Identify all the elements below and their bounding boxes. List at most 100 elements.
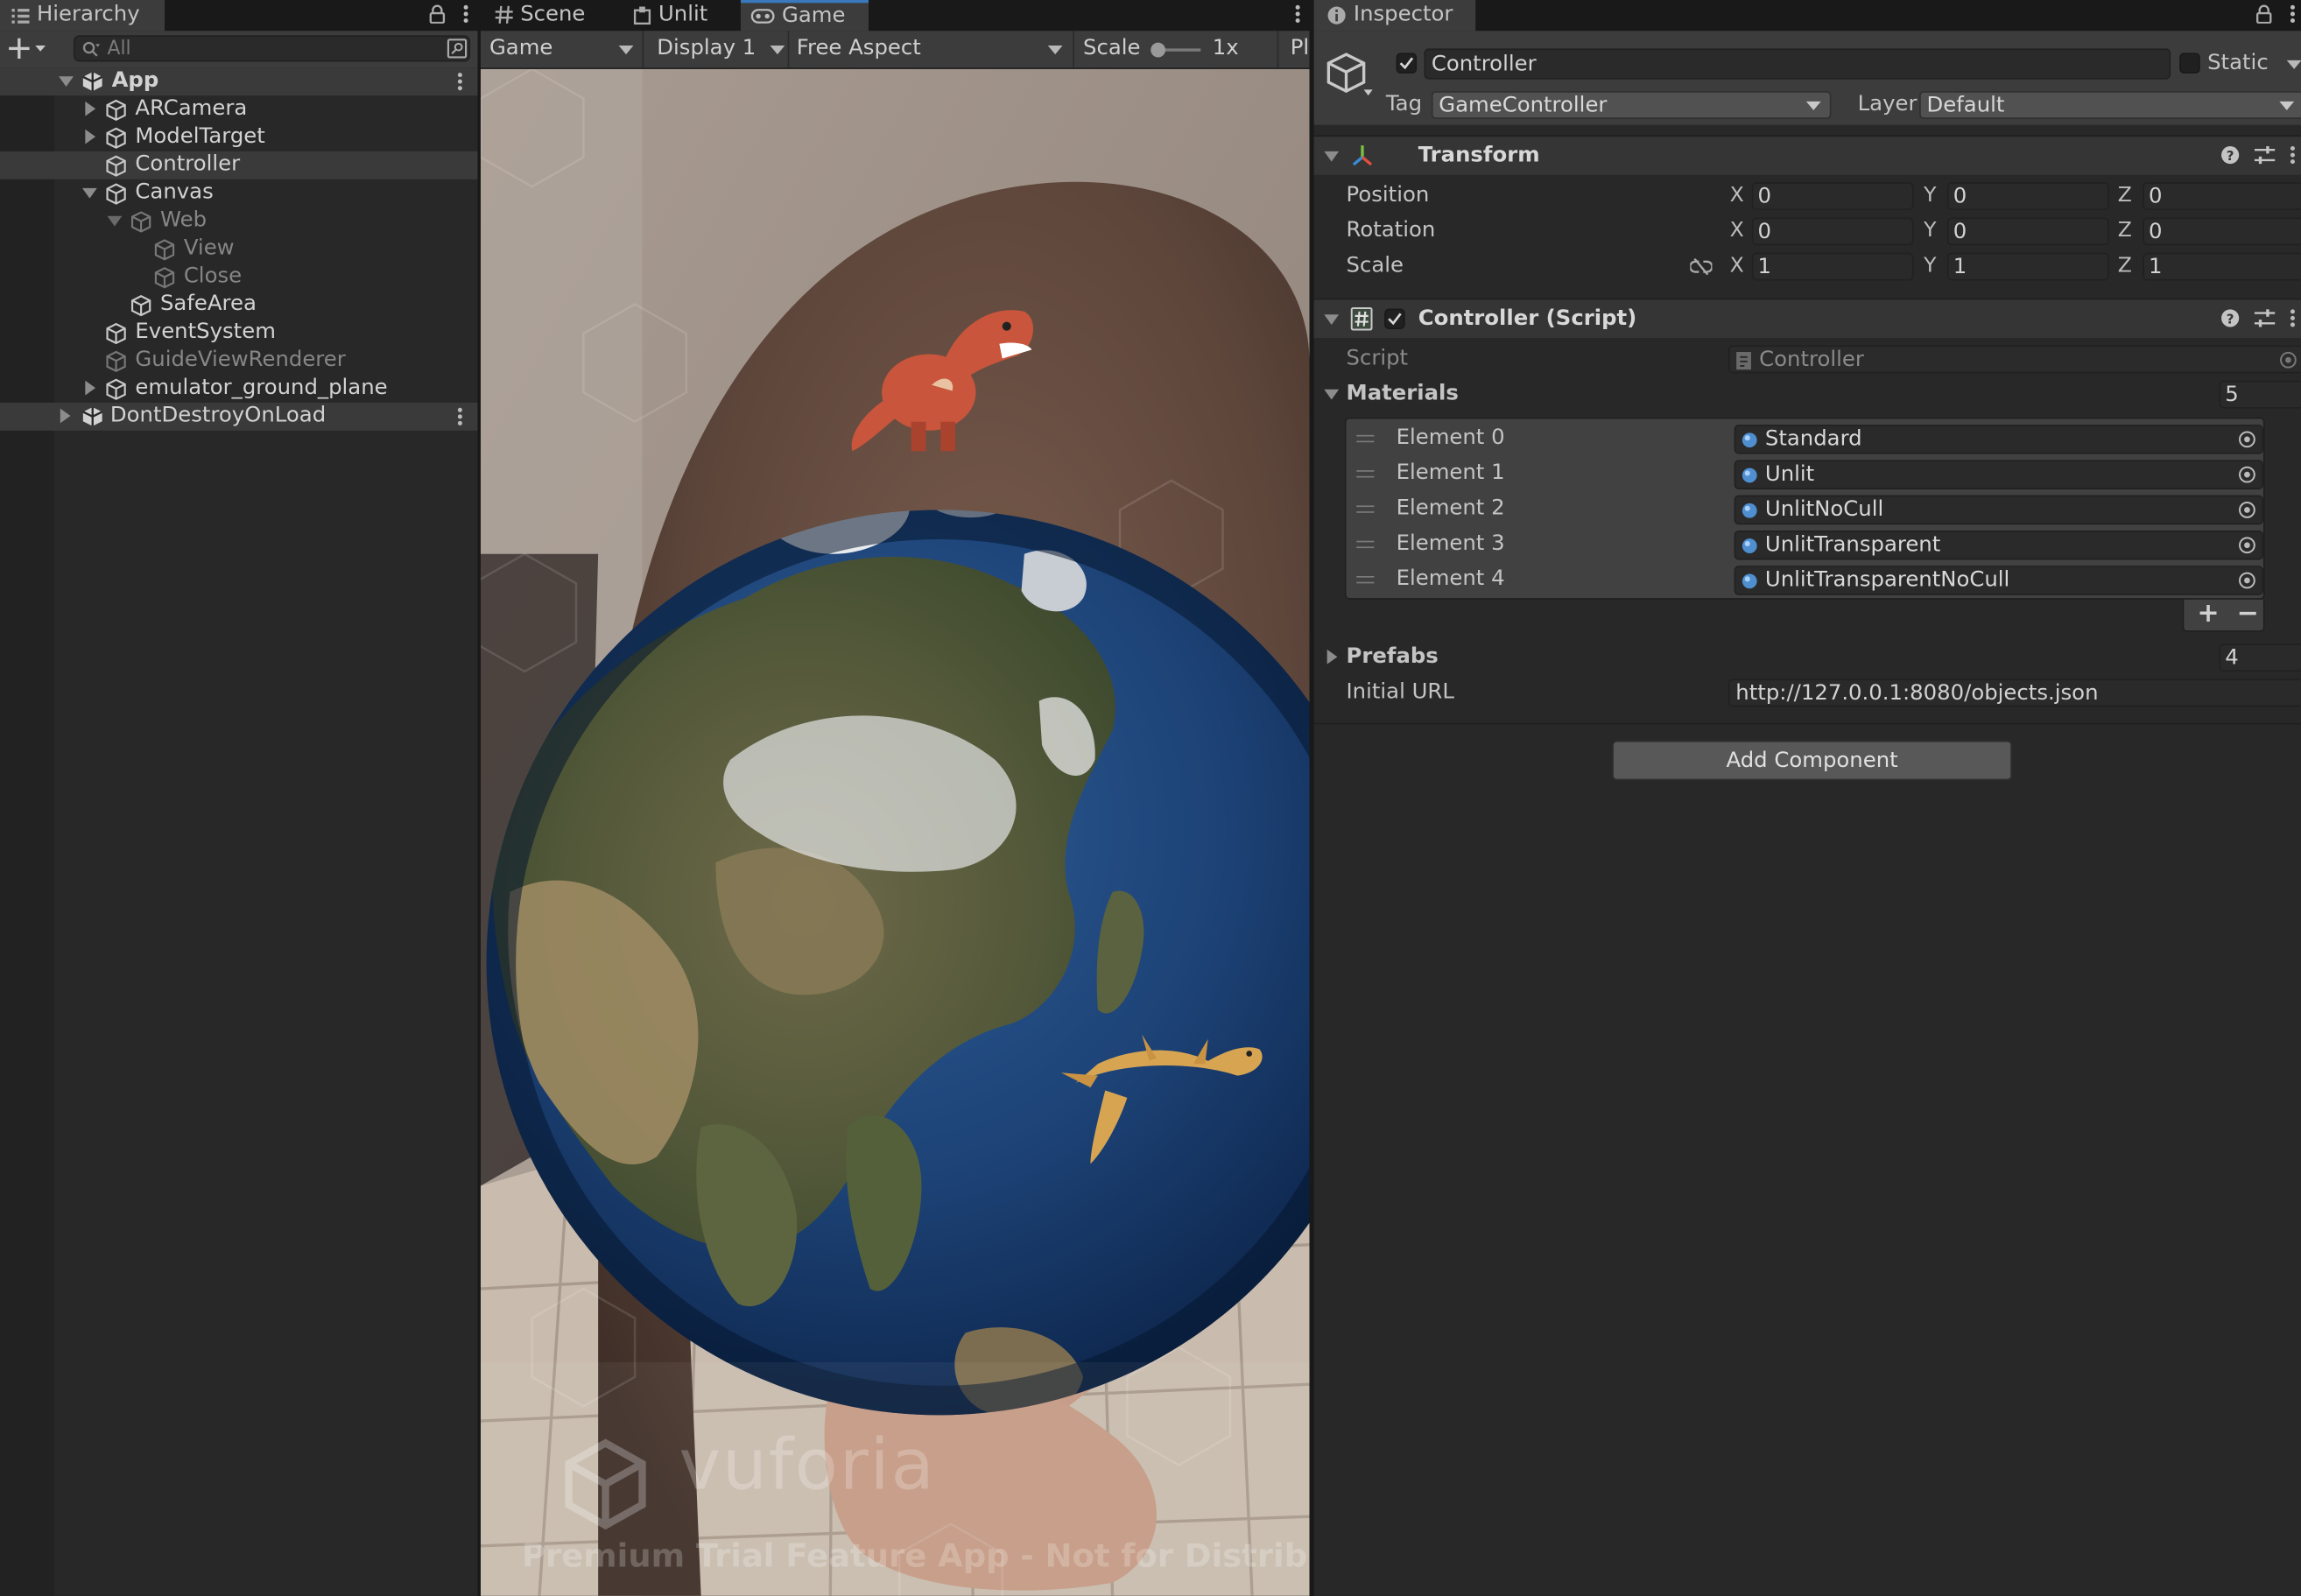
object-picker-icon[interactable] <box>2238 431 2255 448</box>
hierarchy-search-input[interactable]: All <box>73 35 471 62</box>
tree-item-controller[interactable]: Controller <box>0 151 478 179</box>
tree-item-close[interactable]: Close <box>0 263 478 291</box>
object-name-field[interactable]: Controller <box>1424 48 2171 80</box>
game-viewport[interactable]: vuforia Premium Trial Feature App - Not … <box>480 68 1310 1596</box>
tree-item-safearea[interactable]: SafeArea <box>0 291 478 319</box>
remove-element-button[interactable]: − <box>2237 599 2259 629</box>
kebab-menu-icon[interactable] <box>2290 308 2296 327</box>
tab-game[interactable]: Game <box>740 0 869 32</box>
position-y-field[interactable]: 0 <box>1947 182 2109 211</box>
tree-item-view[interactable]: View <box>0 236 478 264</box>
collapse-arrow-icon[interactable] <box>1324 151 1340 162</box>
tree-item-eventsystem[interactable]: EventSystem <box>0 319 478 347</box>
object-picker-icon[interactable] <box>2238 537 2255 554</box>
expand-arrow-icon[interactable] <box>81 187 97 199</box>
active-checkbox[interactable] <box>1396 53 1418 74</box>
expand-arrow-icon[interactable] <box>85 129 96 144</box>
tree-item-canvas[interactable]: Canvas <box>0 179 478 207</box>
kebab-menu-icon[interactable] <box>457 72 463 91</box>
tree-item-app[interactable]: App <box>0 67 478 96</box>
expand-arrow-icon[interactable] <box>85 380 96 396</box>
prefabs-expand-arrow-icon[interactable] <box>1326 649 1338 664</box>
drag-handle-icon[interactable] <box>1356 540 1375 552</box>
materials-count-field[interactable]: 5 <box>2219 380 2301 409</box>
prefabs-count-field[interactable]: 4 <box>2219 643 2301 672</box>
axis-z-label: Z <box>2117 183 2132 207</box>
search-by-type-icon[interactable] <box>447 39 468 59</box>
rotation-z-field[interactable]: 0 <box>2143 217 2301 246</box>
unlinked-scale-icon[interactable] <box>1690 258 1713 275</box>
tab-unlit[interactable]: Unlit <box>617 0 741 31</box>
material-object-field[interactable]: Unlit <box>1734 460 2263 489</box>
list-item[interactable]: Element 2 UnlitNoCull <box>1347 492 2263 527</box>
gameobject-cube-icon[interactable] <box>1324 50 1374 100</box>
tree-item-guideviewrenderer[interactable]: GuideViewRenderer <box>0 347 478 375</box>
expand-arrow-icon[interactable] <box>85 101 96 116</box>
scale-x-field[interactable]: 1 <box>1751 252 1914 281</box>
layer-dropdown[interactable]: Default <box>1919 91 2301 119</box>
chevron-down-icon[interactable] <box>2286 60 2301 69</box>
add-element-button[interactable]: + <box>2197 599 2219 629</box>
kebab-menu-icon[interactable] <box>1295 4 1301 24</box>
tab-scene[interactable]: Scene <box>481 0 616 31</box>
panel-splitter[interactable] <box>477 0 481 1596</box>
controller-script-header[interactable]: Controller (Script) ? <box>1313 298 2301 339</box>
tab-inspector[interactable]: Inspector <box>1313 0 1476 32</box>
object-picker-icon[interactable] <box>2238 466 2255 483</box>
expand-arrow-icon[interactable] <box>59 76 74 88</box>
tree-item-emulator-ground-plane[interactable]: emulator_ground_plane <box>0 375 478 403</box>
kebab-menu-icon[interactable] <box>457 407 463 426</box>
position-z-field[interactable]: 0 <box>2143 182 2301 211</box>
initial-url-field[interactable]: http://127.0.0.1:8080/objects.json <box>1728 678 2301 707</box>
game-mode-dropdown[interactable]: Game <box>489 31 637 67</box>
display-dropdown[interactable]: Display 1 <box>657 31 789 67</box>
object-picker-icon[interactable] <box>2238 501 2255 518</box>
material-object-field[interactable]: Standard <box>1734 425 2263 454</box>
drag-handle-icon[interactable] <box>1356 575 1375 587</box>
collapse-arrow-icon[interactable] <box>1324 314 1340 325</box>
list-item[interactable]: Element 4 UnlitTransparentNoCull <box>1347 563 2263 598</box>
static-checkbox[interactable] <box>2179 53 2200 74</box>
add-component-button[interactable]: Add Component <box>1612 740 2012 781</box>
list-item[interactable]: Element 1 Unlit <box>1347 457 2263 492</box>
help-icon[interactable]: ? <box>2220 145 2240 165</box>
rotation-y-field[interactable]: 0 <box>1947 217 2109 246</box>
tree-item-arcamera[interactable]: ARCamera <box>0 95 478 123</box>
material-object-field[interactable]: UnlitTransparentNoCull <box>1734 566 2263 595</box>
materials-collapse-arrow-icon[interactable] <box>1324 389 1340 400</box>
material-object-field[interactable]: UnlitTransparent <box>1734 530 2263 560</box>
transform-header[interactable]: Transform ? <box>1313 135 2301 175</box>
tree-item-dontdestroyonload[interactable]: DontDestroyOnLoad <box>0 402 478 431</box>
kebab-menu-icon[interactable] <box>463 4 469 24</box>
help-icon[interactable]: ? <box>2220 308 2240 327</box>
tab-hierarchy[interactable]: Hierarchy <box>0 0 165 32</box>
position-x-field[interactable]: 0 <box>1751 182 1914 211</box>
preset-sliders-icon[interactable] <box>2254 308 2276 327</box>
add-plus-icon[interactable] <box>9 38 47 60</box>
scale-z-field[interactable]: 1 <box>2143 252 2301 281</box>
kebab-menu-icon[interactable] <box>2290 4 2296 24</box>
drag-handle-icon[interactable] <box>1356 505 1375 517</box>
tree-item-web[interactable]: Web <box>0 207 478 236</box>
material-object-field[interactable]: UnlitNoCull <box>1734 495 2263 525</box>
tree-item-modeltarget[interactable]: ModelTarget <box>0 123 478 151</box>
lock-icon[interactable] <box>2255 4 2272 24</box>
drag-handle-icon[interactable] <box>1356 470 1375 482</box>
list-item[interactable]: Element 3 UnlitTransparent <box>1347 528 2263 563</box>
scale-y-field[interactable]: 1 <box>1947 252 2109 281</box>
list-item[interactable]: Element 0 Standard <box>1347 422 2263 457</box>
kebab-menu-icon[interactable] <box>2290 145 2296 165</box>
lock-icon[interactable] <box>429 4 446 24</box>
preset-sliders-icon[interactable] <box>2254 145 2276 165</box>
expand-arrow-icon[interactable] <box>107 215 123 227</box>
scale-slider[interactable] <box>1148 41 1204 59</box>
expand-arrow-icon[interactable] <box>60 408 71 424</box>
play-focused-dropdown[interactable]: Pl <box>1291 31 1309 67</box>
rotation-x-field[interactable]: 0 <box>1751 217 1914 246</box>
script-enabled-checkbox[interactable] <box>1384 308 1405 329</box>
drag-handle-icon[interactable] <box>1356 434 1375 446</box>
panel-splitter[interactable] <box>1309 0 1314 1596</box>
tag-dropdown[interactable]: GameController <box>1431 91 1832 119</box>
object-picker-icon[interactable] <box>2238 572 2255 589</box>
aspect-dropdown[interactable]: Free Aspect <box>797 31 1070 67</box>
